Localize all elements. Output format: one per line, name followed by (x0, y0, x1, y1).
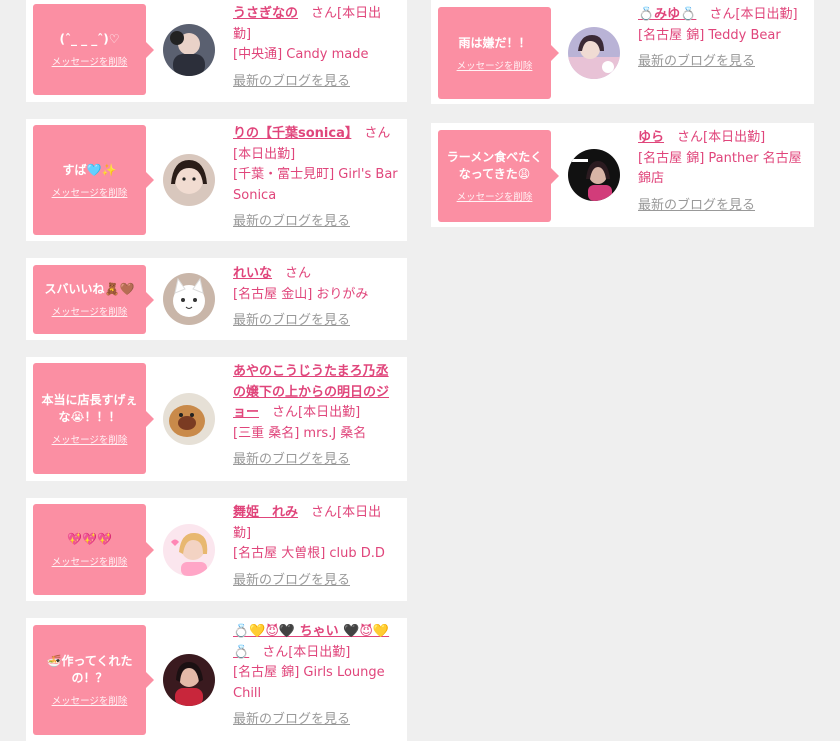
sender-status: さん[本日出勤] (262, 644, 351, 660)
avatar[interactable] (163, 524, 215, 576)
message-card: 💖💖💖 メッセージを削除 舞姫 れみ さん[本日出勤] [名古屋 大曽根] cl… (26, 498, 407, 601)
avatar[interactable] (163, 24, 215, 76)
message-bubble: ラーメン食べたくなってきた😩 メッセージを削除 (438, 130, 559, 222)
shop-name: [千葉・富士見町] Girl's Bar Sonica (233, 167, 398, 203)
shop-name: [名古屋 金山] おりがみ (233, 286, 369, 302)
shop-name: [三重 桑名] mrs.J 桑名 (233, 425, 367, 441)
sender-info: 舞姫 れみ さん[本日出勤] [名古屋 大曽根] club D.D 最新のブログ… (233, 503, 399, 591)
view-blog-link[interactable]: 最新のブログを見る (233, 311, 350, 332)
message-text: 雨は嫌だ！！ (458, 35, 531, 50)
avatar[interactable] (568, 149, 620, 201)
view-blog-link[interactable]: 最新のブログを見る (233, 571, 350, 592)
sender-info: 💍💛😈🖤 ちゃい 🖤😈💛💍 さん[本日出勤] [名古屋 錦] Girls Lou… (233, 622, 399, 731)
delete-message-link[interactable]: メッセージを削除 (457, 189, 533, 203)
sender-info: ゆら さん[本日出勤] [名古屋 錦] Panther 名古屋錦店 最新のブログ… (638, 128, 806, 216)
sender-status: さん (285, 266, 312, 281)
shop-name: [中央通] Candy made (233, 47, 369, 62)
message-text: 🍜作ってくれたの！？ (46, 654, 133, 685)
message-card: 🍜作ってくれたの！？ メッセージを削除 💍💛😈🖤 ちゃい 🖤😈💛💍 さん[本日出… (26, 618, 407, 741)
delete-message-link[interactable]: メッセージを削除 (457, 58, 533, 72)
delete-message-link[interactable]: メッセージを削除 (52, 432, 128, 446)
sender-info: りの【千葉sonica】 さん[本日出勤] [千葉・富士見町] Girl's B… (233, 124, 399, 233)
avatar[interactable] (163, 654, 215, 706)
delete-message-link[interactable]: メッセージを削除 (52, 554, 128, 568)
sender-name-link[interactable]: 💍みゆ💍 (638, 7, 696, 22)
sender-status: さん[本日出勤] (677, 130, 766, 145)
delete-message-link[interactable]: メッセージを削除 (52, 693, 128, 707)
message-card: 雨は嫌だ！！ メッセージを削除 💍みゆ💍 さん[本日出勤] [名古屋 錦] Te… (431, 0, 814, 104)
message-card: (ˆ_ _ _ˆ)♡ メッセージを削除 うさぎなの さん[本日出勤] [中央通]… (26, 0, 407, 102)
view-blog-link[interactable]: 最新のブログを見る (233, 450, 350, 471)
message-text: すば🩵✨ (62, 162, 117, 177)
message-text: ラーメン食べたくなってきた😩 (446, 150, 543, 181)
message-text: スバいいね🧸🤎 (44, 282, 135, 296)
message-bubble: (ˆ_ _ _ˆ)♡ メッセージを削除 (33, 4, 154, 95)
shop-name: [名古屋 大曽根] club D.D (233, 546, 385, 561)
view-blog-link[interactable]: 最新のブログを見る (638, 196, 755, 217)
message-bubble: すば🩵✨ メッセージを削除 (33, 125, 154, 235)
shop-name: [名古屋 錦] Panther 名古屋錦店 (638, 150, 802, 187)
sender-info: 💍みゆ💍 さん[本日出勤] [名古屋 錦] Teddy Bear 最新のブログを… (638, 5, 806, 73)
message-text: (ˆ_ _ _ˆ)♡ (59, 32, 120, 46)
delete-message-link[interactable]: メッセージを削除 (52, 304, 128, 318)
message-bubble: 雨は嫌だ！！ メッセージを削除 (438, 7, 559, 99)
sender-name-link[interactable]: ゆら (638, 130, 664, 145)
message-bubble: 🍜作ってくれたの！？ メッセージを削除 (33, 625, 154, 735)
sender-name-link[interactable]: 舞姫 れみ (233, 505, 298, 520)
sender-info: あやのこうじうたまろ乃丞の嬢下の上からの明日のジョー さん[本日出勤] [三重 … (233, 362, 399, 471)
message-bubble: 💖💖💖 メッセージを削除 (33, 504, 154, 595)
delete-message-link[interactable]: メッセージを削除 (52, 54, 128, 68)
avatar[interactable] (163, 154, 215, 206)
sender-info: れいな さん [名古屋 金山] おりがみ 最新のブログを見る (233, 264, 399, 332)
sender-status: さん[本日出勤] (709, 7, 798, 22)
avatar[interactable] (163, 273, 215, 325)
message-text: 💖💖💖 (67, 532, 112, 546)
sender-name-link[interactable]: れいな (233, 266, 272, 281)
message-bubble: スバいいね🧸🤎 メッセージを削除 (33, 265, 154, 334)
view-blog-link[interactable]: 最新のブログを見る (233, 710, 350, 731)
avatar[interactable] (163, 393, 215, 445)
delete-message-link[interactable]: メッセージを削除 (52, 185, 128, 199)
sender-status: さん[本日出勤] (272, 405, 361, 420)
message-card: スバいいね🧸🤎 メッセージを削除 れいな さん [名古屋 金山] おりがみ 最新… (26, 258, 407, 340)
message-card: 本当に店長すげぇな😭！！！ メッセージを削除 あやのこうじうたまろ乃丞の嬢下の上… (26, 357, 407, 481)
message-text: 本当に店長すげぇな😭！！！ (41, 392, 138, 424)
message-card: ラーメン食べたくなってきた😩 メッセージを削除 ゆら さん[本日出勤] [名古屋… (431, 123, 814, 227)
view-blog-link[interactable]: 最新のブログを見る (233, 212, 350, 233)
shop-name: [名古屋 錦] Teddy Bear (638, 27, 781, 43)
sender-info: うさぎなの さん[本日出勤] [中央通] Candy made 最新のブログを見… (233, 4, 399, 92)
message-bubble: 本当に店長すげぇな😭！！！ メッセージを削除 (33, 363, 154, 474)
shop-name: [名古屋 錦] Girls Lounge Chill (233, 665, 385, 701)
view-blog-link[interactable]: 最新のブログを見る (233, 72, 350, 93)
message-card: すば🩵✨ メッセージを削除 りの【千葉sonica】 さん[本日出勤] [千葉・… (26, 119, 407, 241)
view-blog-link[interactable]: 最新のブログを見る (638, 52, 755, 73)
sender-name-link[interactable]: りの【千葉sonica】 (233, 126, 351, 141)
sender-name-link[interactable]: うさぎなの (233, 6, 298, 21)
avatar[interactable] (568, 27, 620, 79)
